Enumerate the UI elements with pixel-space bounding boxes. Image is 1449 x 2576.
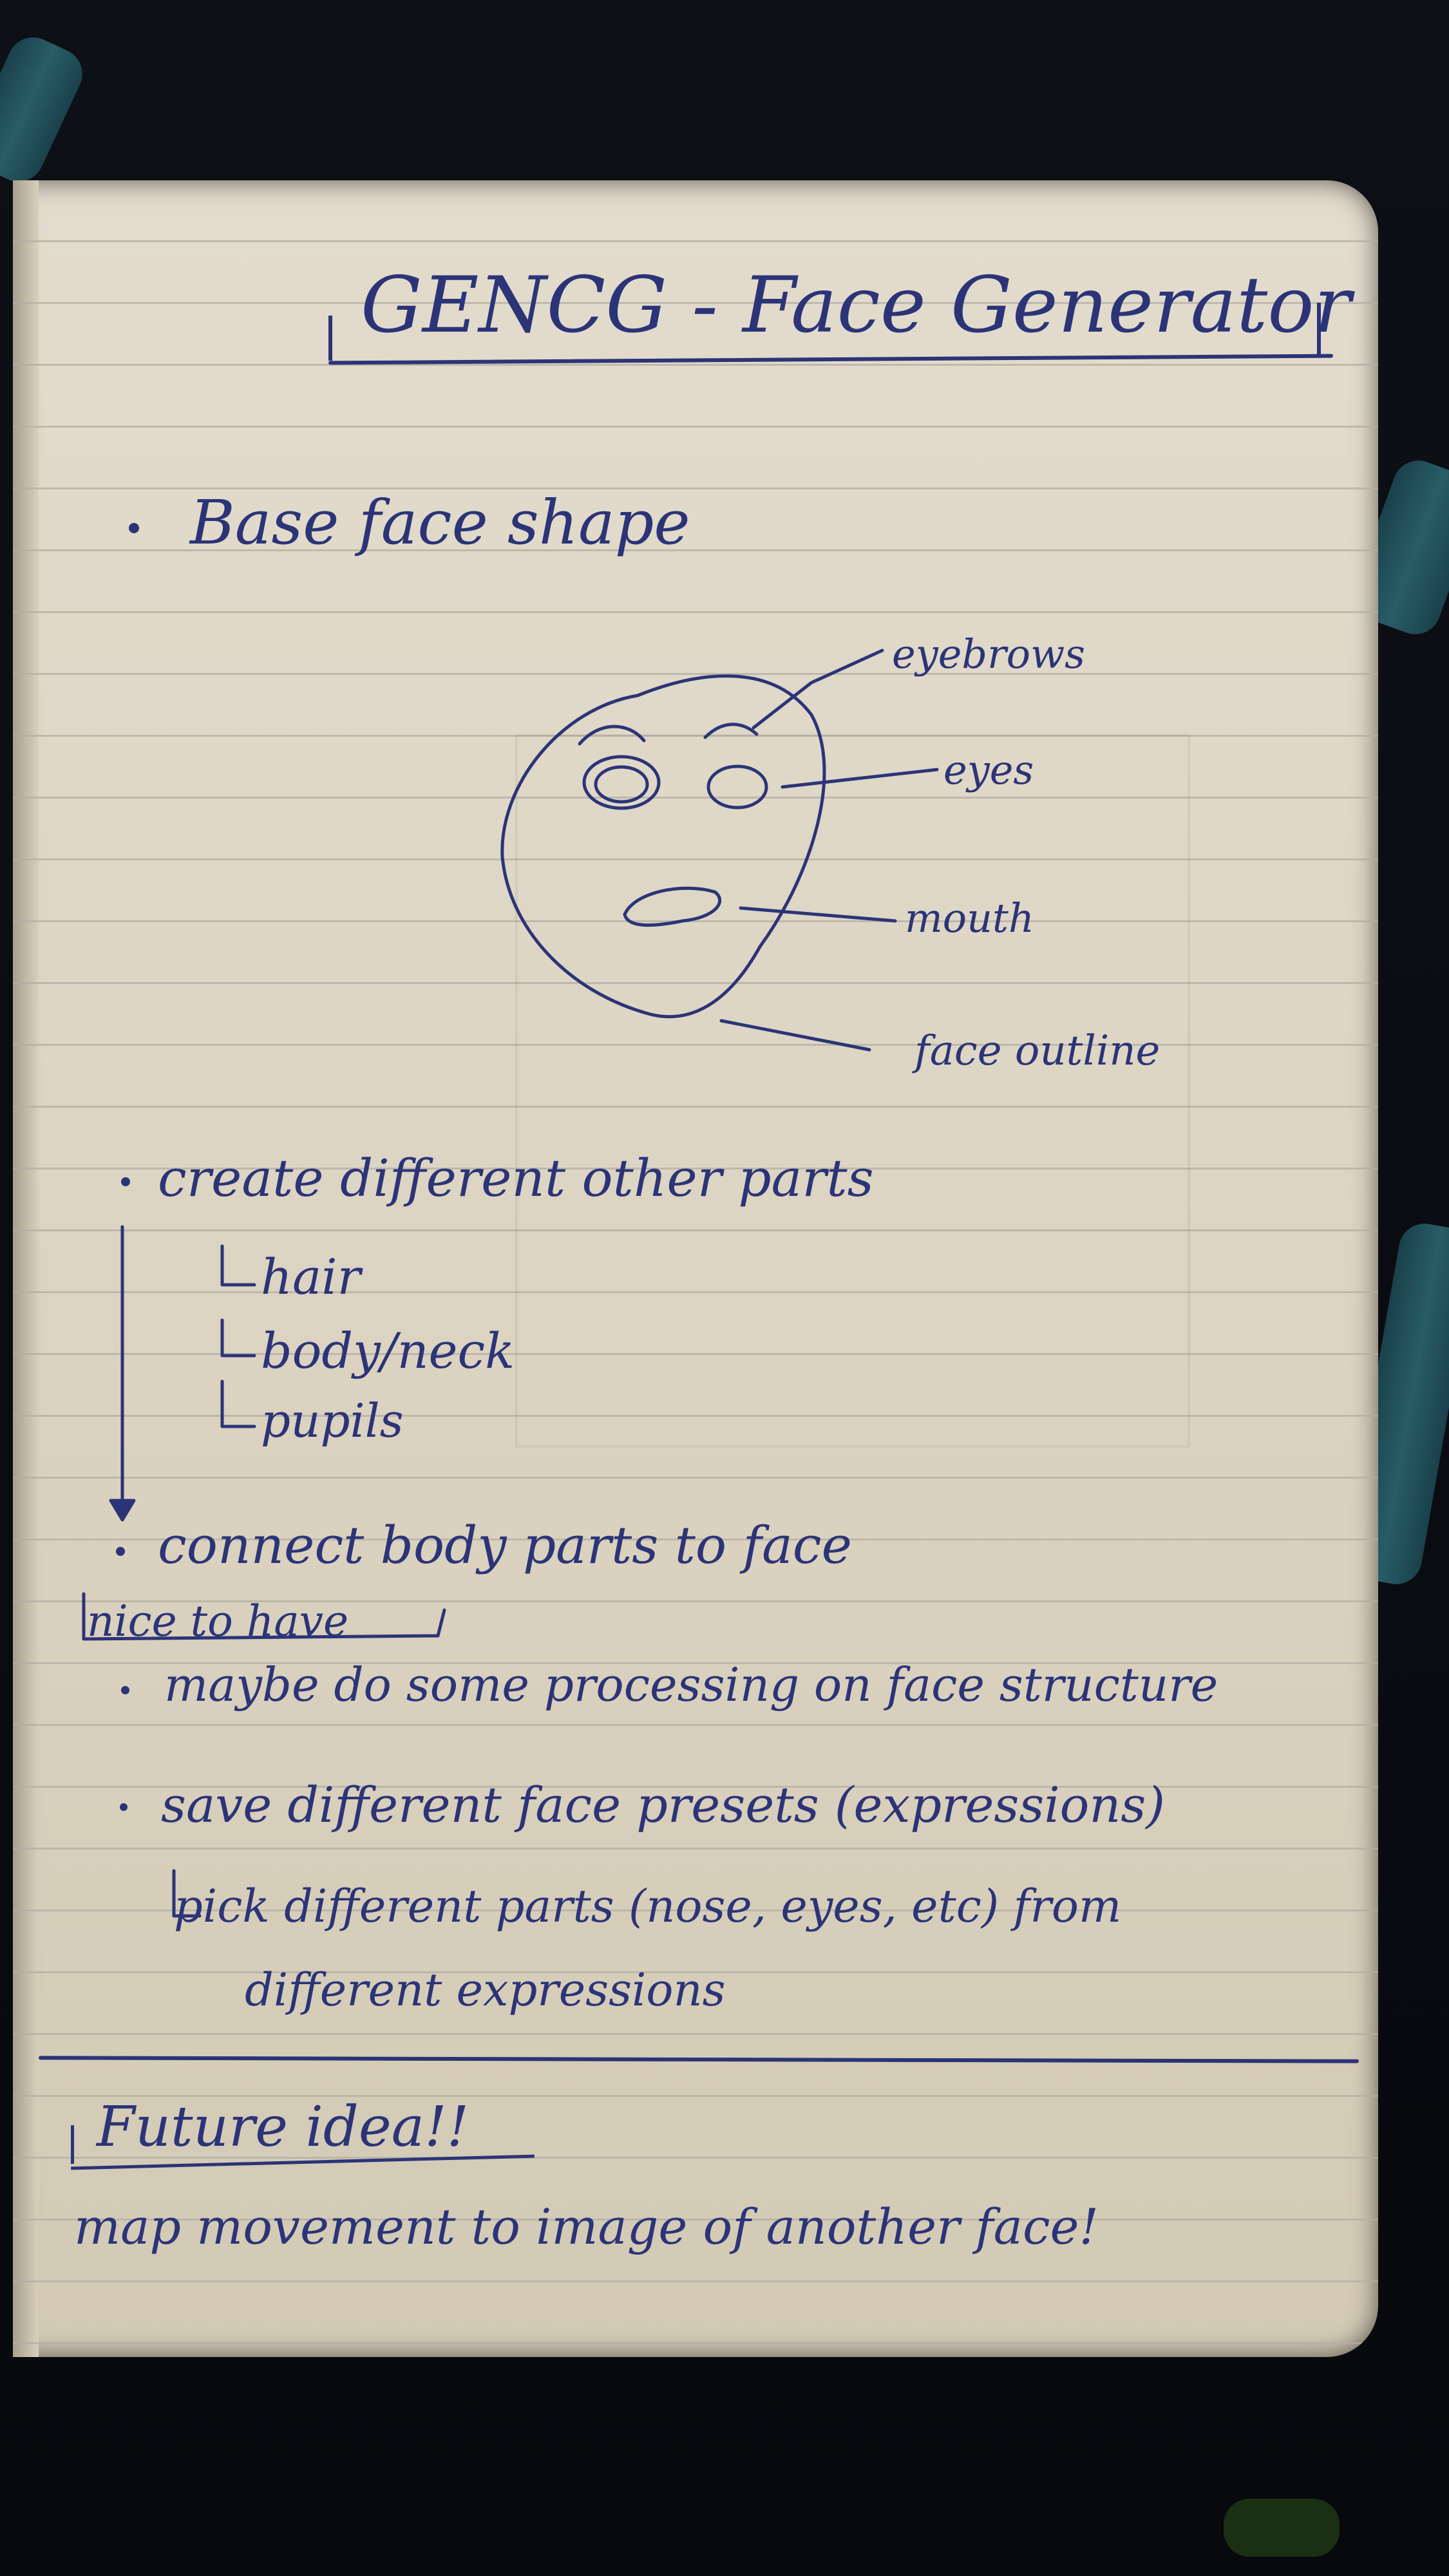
photo-scene: GENCG - Face Generator Base face shape e… xyxy=(0,0,1449,2576)
title-bracket xyxy=(1317,303,1321,354)
future-bracket xyxy=(71,2125,74,2164)
bleed-through-sketch xyxy=(515,734,1190,1448)
bullet-dot xyxy=(129,523,139,533)
title-bracket xyxy=(328,316,332,361)
desk-object xyxy=(1224,2499,1340,2557)
sub-item-hair: hair xyxy=(261,1248,361,1305)
bullet-base-face: Base face shape xyxy=(190,488,690,558)
bullet-save-presets: save different face presets (expressions… xyxy=(161,1776,1166,1833)
sub-item-pick-parts-cont: different expressions xyxy=(245,1964,726,2016)
future-idea-text: map movement to image of another face! xyxy=(74,2198,1099,2255)
bullet-dot xyxy=(121,1177,130,1186)
label-face-outline: face outline xyxy=(914,1027,1160,1075)
bullet-dot xyxy=(116,1547,125,1556)
future-idea-heading: Future idea!! xyxy=(97,2095,469,2159)
sub-item-body-neck: body/neck xyxy=(261,1322,515,1379)
bullet-create-parts: create different other parts xyxy=(158,1148,874,1208)
label-mouth: mouth xyxy=(905,895,1034,942)
note-title: GENCG - Face Generator xyxy=(361,261,1351,350)
bullet-dot xyxy=(120,1803,128,1811)
sub-item-pupils: pupils xyxy=(261,1394,404,1448)
bullet-processing: maybe do some processing on face structu… xyxy=(164,1658,1218,1712)
bullet-connect: connect body parts to face xyxy=(158,1515,852,1575)
nice-to-have-label: nice to have xyxy=(87,1596,349,1646)
label-eyes: eyes xyxy=(943,746,1034,793)
label-eyebrows: eyebrows xyxy=(892,630,1085,677)
bullet-dot xyxy=(121,1686,129,1694)
notebook-strap xyxy=(0,28,91,191)
sub-item-pick-parts: pick different parts (nose, eyes, etc) f… xyxy=(174,1880,1122,1933)
